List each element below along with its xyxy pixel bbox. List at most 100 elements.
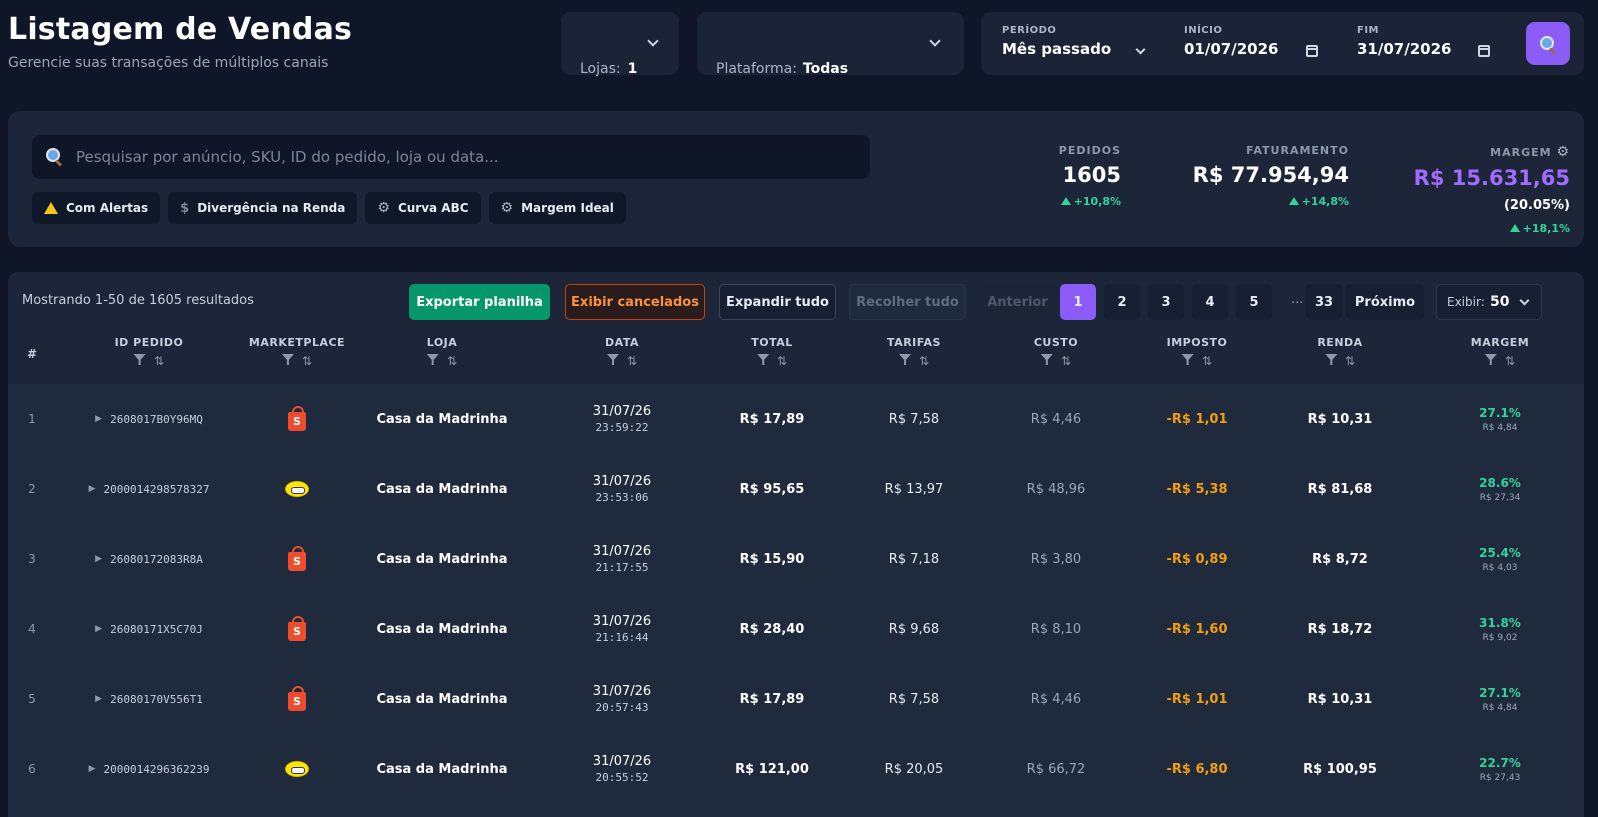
order-id[interactable]: ▶ 2000014298578327 [89,454,210,524]
sort-icon[interactable]: ⇅ [627,354,637,368]
expand-all-button[interactable]: Expandir tudo [719,284,836,320]
table-row[interactable]: 1 ▶ 2608017B0Y96MQ S Casa da Madrinha 31/07/2… [8,384,1584,454]
sort-icon[interactable]: ⇅ [302,354,312,368]
filter-icon[interactable] [426,354,439,365]
sort-icon[interactable]: ⇅ [1345,354,1355,368]
page-button[interactable]: 5 [1236,284,1272,320]
table-toolbar: Mostrando 1-50 de 1605 resultados Export… [8,272,1584,332]
filter-icon[interactable] [756,354,769,365]
pagination-ellipsis: ... [1291,292,1304,307]
sort-icon[interactable]: ⇅ [1202,354,1212,368]
column-loja[interactable]: LOJA ⇅ [427,336,458,368]
order-id[interactable]: ▶ 26080171X5C70J [95,594,203,664]
page-button[interactable]: 3 [1148,284,1184,320]
expand-caret-icon[interactable]: ▶ [95,624,102,634]
search-box [32,135,870,179]
filter-icon[interactable] [133,354,146,365]
quick-filters: Com Alertas $ Divergência na Renda ⚙ Cur… [32,192,626,224]
prev-page-button[interactable]: Anterior [980,284,1055,320]
export-button[interactable]: Exportar planilha [409,284,550,320]
order-margin: 22.7% R$ 27,43 [1479,755,1521,783]
filter-icon[interactable] [1324,354,1337,365]
plataforma-label: Plataforma: [716,61,797,77]
chip-divergencia-renda[interactable]: $ Divergência na Renda [168,192,358,224]
order-cost: R$ 48,96 [1026,481,1086,497]
column-margem[interactable]: MARGEM ⇅ [1471,336,1529,368]
column-imposto[interactable]: IMPOSTO ⇅ [1167,336,1228,368]
filter-icon[interactable] [1484,354,1497,365]
filter-icon[interactable] [606,354,619,365]
filter-icon[interactable] [898,354,911,365]
column-total[interactable]: TOTAL ⇅ [751,336,793,368]
page-button[interactable]: 4 [1192,284,1228,320]
calendar-icon[interactable] [1478,45,1490,57]
periodo-select[interactable]: PERÍODO Mês passado [1002,25,1146,58]
order-fees: R$ 7,58 [888,411,940,427]
lojas-select[interactable]: Lojas: 1 [561,12,679,77]
shopee-icon: S [288,545,306,571]
table-row[interactable]: 5 ▶ 26080170V556T1 S Casa da Madrinha 31/07/2… [8,664,1584,734]
filter-icon[interactable] [281,354,294,365]
order-margin: 25.4% R$ 4,03 [1479,545,1521,573]
table-row[interactable]: 6 ▶ 2000014296362239 Casa da Madrinha 31/07/… [8,734,1584,804]
column-data[interactable]: DATA ⇅ [605,336,639,368]
expand-caret-icon[interactable]: ▶ [89,764,96,774]
order-id[interactable]: ▶ 26080172083R8A [95,524,203,594]
page-button[interactable]: 2 [1104,284,1140,320]
mercadolivre-icon [285,761,309,777]
sort-icon[interactable]: ⇅ [1061,354,1071,368]
order-id[interactable]: ▶ 2608017B0Y96MQ [95,384,203,454]
row-index: 2 [28,482,36,496]
expand-caret-icon[interactable]: ▶ [89,484,96,494]
column-id-pedido[interactable]: ID PEDIDO ⇅ [115,336,184,368]
column-custo[interactable]: CUSTO ⇅ [1034,336,1078,368]
page-button[interactable]: 33 [1306,284,1342,320]
expand-caret-icon[interactable]: ▶ [95,694,102,704]
table-row[interactable]: 3 ▶ 26080172083R8A S Casa da Madrinha 31/07/2… [8,524,1584,594]
dollar-icon: $ [180,200,190,216]
filter-icon[interactable] [1181,354,1194,365]
page-button[interactable]: 1 [1060,284,1096,320]
search-button[interactable] [1526,22,1570,65]
expand-caret-icon[interactable]: ▶ [95,414,102,424]
sort-icon[interactable]: ⇅ [919,354,929,368]
show-cancelled-button[interactable]: Exibir cancelados [565,284,705,320]
chip-margem-ideal[interactable]: ⚙ Margem Ideal [488,192,626,224]
sort-icon[interactable]: ⇅ [447,354,457,368]
next-page-button[interactable]: Próximo [1346,284,1424,320]
order-date: 31/07/26 20:55:52 [592,754,652,784]
order-cost: R$ 8,10 [1030,621,1082,637]
search-input[interactable] [76,135,856,179]
inicio-field[interactable]: INÍCIO 01/07/2026 [1184,25,1278,58]
marketplace-cell: S [288,524,306,594]
column-marketplace[interactable]: MARKETPLACE ⇅ [249,336,345,368]
order-id[interactable]: ▶ 26080170V556T1 [95,664,203,734]
table-row[interactable]: 2 ▶ 2000014298578327 Casa da Madrinha 31/07/… [8,454,1584,524]
per-page-select[interactable]: Exibir: 50 [1436,284,1542,320]
order-margin: 31.8% R$ 9,02 [1479,615,1521,643]
column-tarifas[interactable]: TARIFAS ⇅ [887,336,941,368]
page-header: Listagem de Vendas Gerencie suas transaç… [0,0,1598,96]
chip-curva-abc[interactable]: ⚙ Curva ABC [365,192,481,224]
stat-label: PEDIDOS [1058,144,1121,157]
filter-icon[interactable] [1040,354,1053,365]
collapse-all-button[interactable]: Recolher tudo [849,284,966,320]
gear-icon[interactable]: ⚙ [1556,144,1570,160]
column-renda[interactable]: RENDA ⇅ [1317,336,1362,368]
lojas-label: Lojas: [580,61,621,77]
plataforma-select[interactable]: Plataforma: Todas [697,12,964,77]
marketplace-cell: S [288,384,306,454]
chip-com-alertas[interactable]: Com Alertas [32,192,161,224]
sort-icon[interactable]: ⇅ [1505,354,1515,368]
table-row[interactable]: 4 ▶ 26080171X5C70J S Casa da Madrinha 31/07/2… [8,594,1584,664]
shopee-icon: S [288,405,306,431]
sort-icon[interactable]: ⇅ [154,354,164,368]
order-date: 31/07/26 20:57:43 [592,684,652,714]
expand-caret-icon[interactable]: ▶ [95,554,102,564]
order-id[interactable]: ▶ 2000014296362239 [89,734,210,804]
marketplace-cell: S [288,594,306,664]
sort-icon[interactable]: ⇅ [777,354,787,368]
calendar-icon[interactable] [1306,45,1318,57]
fim-field[interactable]: FIM 31/07/2026 [1357,25,1451,58]
row-index: 5 [28,692,36,706]
